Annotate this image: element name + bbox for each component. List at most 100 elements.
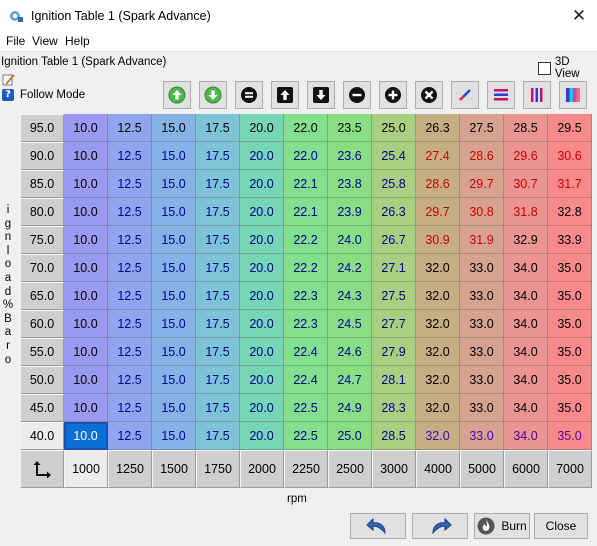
table-cell[interactable]: 22.3: [284, 282, 328, 310]
table-cell[interactable]: 32.9: [504, 226, 548, 254]
menu-view[interactable]: View: [32, 34, 58, 48]
interpolate-horizontal-button[interactable]: [487, 81, 515, 109]
table-cell[interactable]: 10.0: [64, 394, 108, 422]
table-cell[interactable]: 30.9: [416, 226, 460, 254]
x-axis-cell[interactable]: 5000: [460, 450, 504, 488]
table-cell[interactable]: 15.0: [152, 422, 196, 450]
table-cell[interactable]: 12.5: [108, 226, 152, 254]
table-cell[interactable]: 29.7: [416, 198, 460, 226]
table-cell[interactable]: 35.0: [548, 422, 592, 450]
table-cell[interactable]: 20.0: [240, 282, 284, 310]
x-axis-cell[interactable]: 2000: [240, 450, 284, 488]
table-cell[interactable]: 22.0: [284, 142, 328, 170]
table-cell[interactable]: 27.4: [416, 142, 460, 170]
table-cell[interactable]: 23.8: [328, 170, 372, 198]
x-axis-cell[interactable]: 3000: [372, 450, 416, 488]
table-cell[interactable]: 24.0: [328, 226, 372, 254]
table-cell[interactable]: 22.3: [284, 310, 328, 338]
x-axis-cell[interactable]: 1500: [152, 450, 196, 488]
table-cell[interactable]: 10.0: [64, 282, 108, 310]
table-cell[interactable]: 10.0: [64, 142, 108, 170]
table-cell[interactable]: 28.1: [372, 366, 416, 394]
table-cell[interactable]: 20.0: [240, 394, 284, 422]
edit-notes-icon[interactable]: [2, 73, 16, 87]
multiply-button[interactable]: [415, 81, 443, 109]
y-axis-cell[interactable]: 75.0: [20, 226, 64, 254]
table-cell[interactable]: 15.0: [152, 254, 196, 282]
y-axis-cell[interactable]: 90.0: [20, 142, 64, 170]
table-cell[interactable]: 12.5: [108, 422, 152, 450]
table-cell[interactable]: 30.8: [460, 198, 504, 226]
y-axis-cell[interactable]: 70.0: [20, 254, 64, 282]
table-cell[interactable]: 24.3: [328, 282, 372, 310]
table-cell[interactable]: 24.2: [328, 254, 372, 282]
table-cell[interactable]: 10.0: [64, 170, 108, 198]
table-cell[interactable]: 12.5: [108, 170, 152, 198]
table-cell[interactable]: 26.3: [372, 198, 416, 226]
table-cell[interactable]: 17.5: [196, 114, 240, 142]
table-cell[interactable]: 32.0: [416, 338, 460, 366]
table-cell[interactable]: 33.0: [460, 422, 504, 450]
table-cell[interactable]: 15.0: [152, 310, 196, 338]
table-cell[interactable]: 34.0: [504, 366, 548, 394]
shift-up-button[interactable]: [271, 81, 299, 109]
table-cell[interactable]: 24.7: [328, 366, 372, 394]
color-scale-button[interactable]: [559, 81, 587, 109]
menu-file[interactable]: File: [6, 34, 25, 48]
table-cell[interactable]: 32.0: [416, 310, 460, 338]
increase-button[interactable]: [163, 81, 191, 109]
table-cell[interactable]: 17.5: [196, 226, 240, 254]
y-axis-cell[interactable]: 50.0: [20, 366, 64, 394]
table-cell[interactable]: 27.9: [372, 338, 416, 366]
table-cell[interactable]: 17.5: [196, 422, 240, 450]
table-cell[interactable]: 28.6: [460, 142, 504, 170]
table-cell[interactable]: 25.0: [328, 422, 372, 450]
table-cell[interactable]: 22.5: [284, 394, 328, 422]
table-cell[interactable]: 12.5: [108, 254, 152, 282]
table-cell[interactable]: 12.5: [108, 310, 152, 338]
table-cell[interactable]: 32.8: [548, 198, 592, 226]
y-axis-cell[interactable]: 65.0: [20, 282, 64, 310]
table-cell[interactable]: 12.5: [108, 338, 152, 366]
table-cell[interactable]: 26.3: [416, 114, 460, 142]
table-cell[interactable]: 15.0: [152, 394, 196, 422]
table-cell[interactable]: 34.0: [504, 394, 548, 422]
y-axis-cell[interactable]: 40.0: [20, 422, 64, 450]
table-cell[interactable]: 33.0: [460, 338, 504, 366]
table-cell[interactable]: 33.0: [460, 394, 504, 422]
x-axis-cell[interactable]: 1000: [64, 450, 108, 488]
y-axis-cell[interactable]: 95.0: [20, 114, 64, 142]
table-cell[interactable]: 26.7: [372, 226, 416, 254]
table-cell[interactable]: 12.5: [108, 282, 152, 310]
x-axis-cell[interactable]: 6000: [504, 450, 548, 488]
table-cell[interactable]: 35.0: [548, 338, 592, 366]
table-cell[interactable]: 24.5: [328, 310, 372, 338]
table-cell[interactable]: 20.0: [240, 114, 284, 142]
table-cell[interactable]: 12.5: [108, 114, 152, 142]
interpolate-vertical-button[interactable]: [523, 81, 551, 109]
x-axis-cell[interactable]: 4000: [416, 450, 460, 488]
table-cell[interactable]: 23.6: [328, 142, 372, 170]
follow-mode[interactable]: ? Follow Mode: [2, 89, 85, 101]
table-cell[interactable]: 32.0: [416, 366, 460, 394]
close-window-button[interactable]: ✕: [565, 2, 593, 30]
undo-button[interactable]: [350, 513, 406, 539]
table-cell[interactable]: 35.0: [548, 366, 592, 394]
close-button[interactable]: Close: [534, 513, 588, 539]
view3d-toggle[interactable]: 3D View: [538, 56, 597, 80]
redo-button[interactable]: [412, 513, 468, 539]
table-cell[interactable]: 10.0: [64, 226, 108, 254]
table-cell[interactable]: 31.9: [460, 226, 504, 254]
table-cell[interactable]: 34.0: [504, 422, 548, 450]
table-cell[interactable]: 17.5: [196, 142, 240, 170]
table-cell[interactable]: 25.4: [372, 142, 416, 170]
table-cell[interactable]: 32.0: [416, 282, 460, 310]
table-cell[interactable]: 10.0: [64, 114, 108, 142]
help-icon[interactable]: ?: [2, 89, 14, 101]
axis-corner-button[interactable]: [20, 450, 64, 488]
table-cell[interactable]: 17.5: [196, 282, 240, 310]
x-axis-cell[interactable]: 7000: [548, 450, 592, 488]
burn-button[interactable]: Burn: [474, 513, 530, 539]
table-cell[interactable]: 28.5: [504, 114, 548, 142]
table-cell[interactable]: 23.9: [328, 198, 372, 226]
